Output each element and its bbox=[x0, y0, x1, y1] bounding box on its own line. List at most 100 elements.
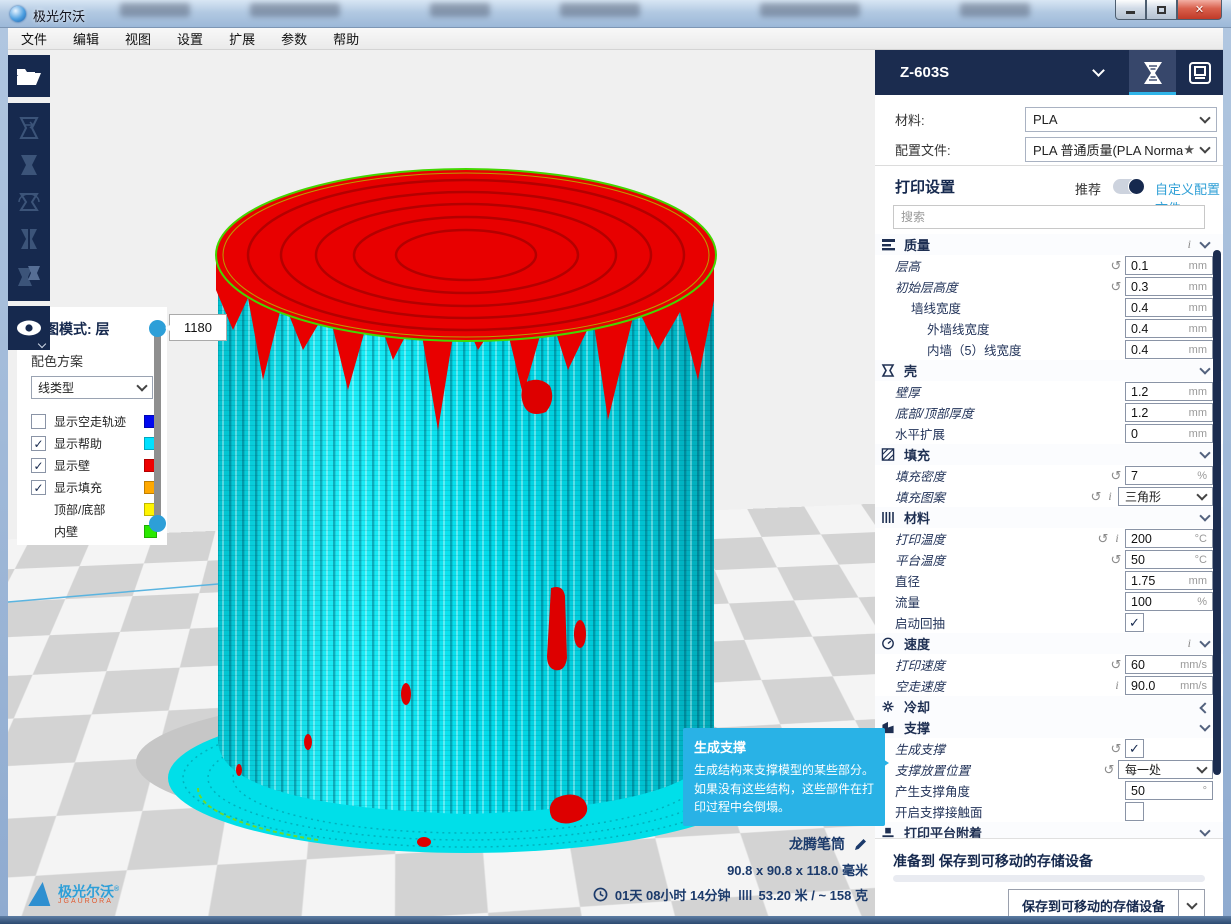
setting-value-input[interactable]: 60mm/s bbox=[1125, 655, 1213, 674]
menu-view[interactable]: 视图 bbox=[112, 29, 164, 48]
move-tool-icon[interactable] bbox=[17, 115, 41, 141]
machine-selector[interactable]: Z-603S bbox=[875, 64, 1094, 81]
setting-checkbox[interactable]: ✓ bbox=[1125, 613, 1144, 632]
revert-icon[interactable]: ↺ bbox=[1109, 468, 1123, 484]
info-icon[interactable]: i bbox=[1188, 636, 1191, 651]
shell-icon bbox=[880, 364, 896, 378]
window-frame bbox=[1223, 28, 1231, 916]
rotate-tool-icon[interactable] bbox=[17, 189, 41, 215]
minimize-button[interactable] bbox=[1115, 0, 1146, 20]
setting-value-input[interactable]: 1.2mm bbox=[1125, 382, 1213, 401]
mirror-tool-icon[interactable] bbox=[17, 226, 41, 252]
chevron-down-icon[interactable] bbox=[1199, 510, 1210, 521]
clock-icon bbox=[593, 887, 608, 902]
menu-settings[interactable]: 设置 bbox=[164, 29, 216, 48]
menu-edit[interactable]: 编辑 bbox=[60, 29, 112, 48]
chevron-down-icon[interactable] bbox=[1199, 363, 1210, 374]
setting-value-input[interactable]: 1.75mm bbox=[1125, 571, 1213, 590]
section-header-质量[interactable]: 质量i bbox=[875, 234, 1223, 255]
info-icon[interactable]: i bbox=[1188, 237, 1191, 252]
material-select[interactable]: PLA bbox=[1025, 107, 1217, 132]
menu-parameters[interactable]: 参数 bbox=[268, 29, 320, 48]
layer-slider-track[interactable] bbox=[154, 327, 161, 524]
section-header-支撑[interactable]: 支撑 bbox=[875, 717, 1223, 738]
setting-label: 流量 bbox=[875, 592, 1125, 611]
title-bar[interactable]: 极光尔沃 bbox=[0, 0, 1231, 28]
setting-value-input[interactable]: 100% bbox=[1125, 592, 1213, 611]
settings-scrollbar[interactable] bbox=[1213, 250, 1221, 775]
info-icon[interactable]: i bbox=[1112, 531, 1122, 546]
scale-tool-icon[interactable] bbox=[17, 152, 41, 178]
setting-value-input[interactable]: 0.4mm bbox=[1125, 298, 1213, 317]
chevron-down-icon[interactable] bbox=[1092, 64, 1105, 77]
per-model-settings-icon[interactable] bbox=[16, 263, 42, 289]
toggle-knob bbox=[1128, 178, 1145, 195]
menu-file[interactable]: 文件 bbox=[8, 29, 60, 48]
setting-value: 1.75 bbox=[1131, 574, 1189, 588]
chevron-down-icon[interactable] bbox=[1199, 825, 1210, 836]
close-button[interactable]: ✕ bbox=[1177, 0, 1222, 20]
color-scheme-select[interactable]: 线类型 bbox=[31, 376, 153, 399]
chevron-left-icon[interactable] bbox=[1199, 702, 1210, 713]
setting-value-input[interactable]: 7% bbox=[1125, 466, 1213, 485]
menu-help[interactable]: 帮助 bbox=[320, 29, 372, 48]
edit-pencil-icon[interactable] bbox=[853, 837, 868, 852]
section-header-打印平台附着[interactable]: 打印平台附着 bbox=[875, 822, 1223, 838]
chevron-down-icon[interactable] bbox=[1199, 636, 1210, 647]
setting-dropdown[interactable]: 三角形 bbox=[1118, 487, 1213, 506]
info-icon[interactable]: i bbox=[1112, 678, 1122, 693]
section-header-材料[interactable]: 材料 bbox=[875, 507, 1223, 528]
view-option-checkbox[interactable]: ✓ bbox=[31, 480, 46, 495]
setting-value-input[interactable]: 0mm bbox=[1125, 424, 1213, 443]
setting-unit: mm/s bbox=[1180, 680, 1207, 692]
open-file-button[interactable] bbox=[8, 55, 50, 97]
revert-icon[interactable]: ↺ bbox=[1109, 657, 1123, 673]
maximize-button[interactable] bbox=[1146, 0, 1177, 20]
setting-value-input[interactable]: 200°C bbox=[1125, 529, 1213, 548]
setting-value-input[interactable]: 90.0mm/s bbox=[1125, 676, 1213, 695]
view-mode-button[interactable] bbox=[8, 306, 50, 350]
section-header-速度[interactable]: 速度i bbox=[875, 633, 1223, 654]
info-icon[interactable]: i bbox=[1105, 489, 1115, 504]
view-option-checkbox[interactable]: ✓ bbox=[31, 436, 46, 451]
setting-value-input[interactable]: 50°C bbox=[1125, 550, 1213, 569]
setting-checkbox[interactable] bbox=[1125, 802, 1144, 821]
section-header-壳[interactable]: 壳 bbox=[875, 360, 1223, 381]
setting-value-input[interactable]: 50° bbox=[1125, 781, 1213, 800]
revert-icon[interactable]: ↺ bbox=[1109, 258, 1123, 274]
tab-monitor-printer[interactable] bbox=[1176, 50, 1223, 95]
setting-checkbox[interactable]: ✓ bbox=[1125, 739, 1144, 758]
chevron-down-icon[interactable] bbox=[1199, 447, 1210, 458]
setting-dropdown[interactable]: 每一处 bbox=[1118, 760, 1213, 779]
setting-value-input[interactable]: 0.1mm bbox=[1125, 256, 1213, 275]
section-header-冷却[interactable]: 冷却 bbox=[875, 696, 1223, 717]
setting-value: 7 bbox=[1131, 469, 1197, 483]
view-option-checkbox[interactable]: ✓ bbox=[31, 458, 46, 473]
menu-extensions[interactable]: 扩展 bbox=[216, 29, 268, 48]
setting-value-input[interactable]: 1.2mm bbox=[1125, 403, 1213, 422]
setting-value-input[interactable]: 0.3mm bbox=[1125, 277, 1213, 296]
revert-icon[interactable]: ↺ bbox=[1109, 279, 1123, 295]
tab-prepare-slice[interactable] bbox=[1129, 50, 1176, 95]
revert-icon[interactable]: ↺ bbox=[1089, 489, 1103, 505]
revert-icon[interactable]: ↺ bbox=[1096, 531, 1110, 547]
search-input[interactable] bbox=[893, 205, 1205, 229]
revert-icon[interactable]: ↺ bbox=[1102, 762, 1116, 778]
setting-value-input[interactable]: 0.4mm bbox=[1125, 340, 1213, 359]
recommended-label: 推荐 bbox=[1075, 179, 1101, 198]
recommended-custom-toggle[interactable] bbox=[1113, 179, 1145, 194]
setting-unit: °C bbox=[1195, 533, 1207, 545]
chevron-down-icon[interactable] bbox=[1199, 237, 1210, 248]
chevron-down-icon[interactable] bbox=[1199, 720, 1210, 731]
revert-icon[interactable]: ↺ bbox=[1109, 741, 1123, 757]
brand-en: JGAURORA bbox=[58, 898, 119, 905]
layer-slider-lower-handle[interactable] bbox=[149, 515, 166, 532]
profile-select[interactable]: PLA 普通质量(PLA Normal Qua ★ bbox=[1025, 137, 1217, 162]
setting-label: 填充图案 bbox=[875, 487, 1089, 506]
section-header-填充[interactable]: 填充 bbox=[875, 444, 1223, 465]
setting-row-外墙线宽度: 外墙线宽度0.4mm bbox=[875, 318, 1223, 339]
setting-value-input[interactable]: 0.4mm bbox=[1125, 319, 1213, 338]
setting-unit: mm bbox=[1189, 323, 1207, 335]
revert-icon[interactable]: ↺ bbox=[1109, 552, 1123, 568]
view-option-checkbox[interactable] bbox=[31, 414, 46, 429]
